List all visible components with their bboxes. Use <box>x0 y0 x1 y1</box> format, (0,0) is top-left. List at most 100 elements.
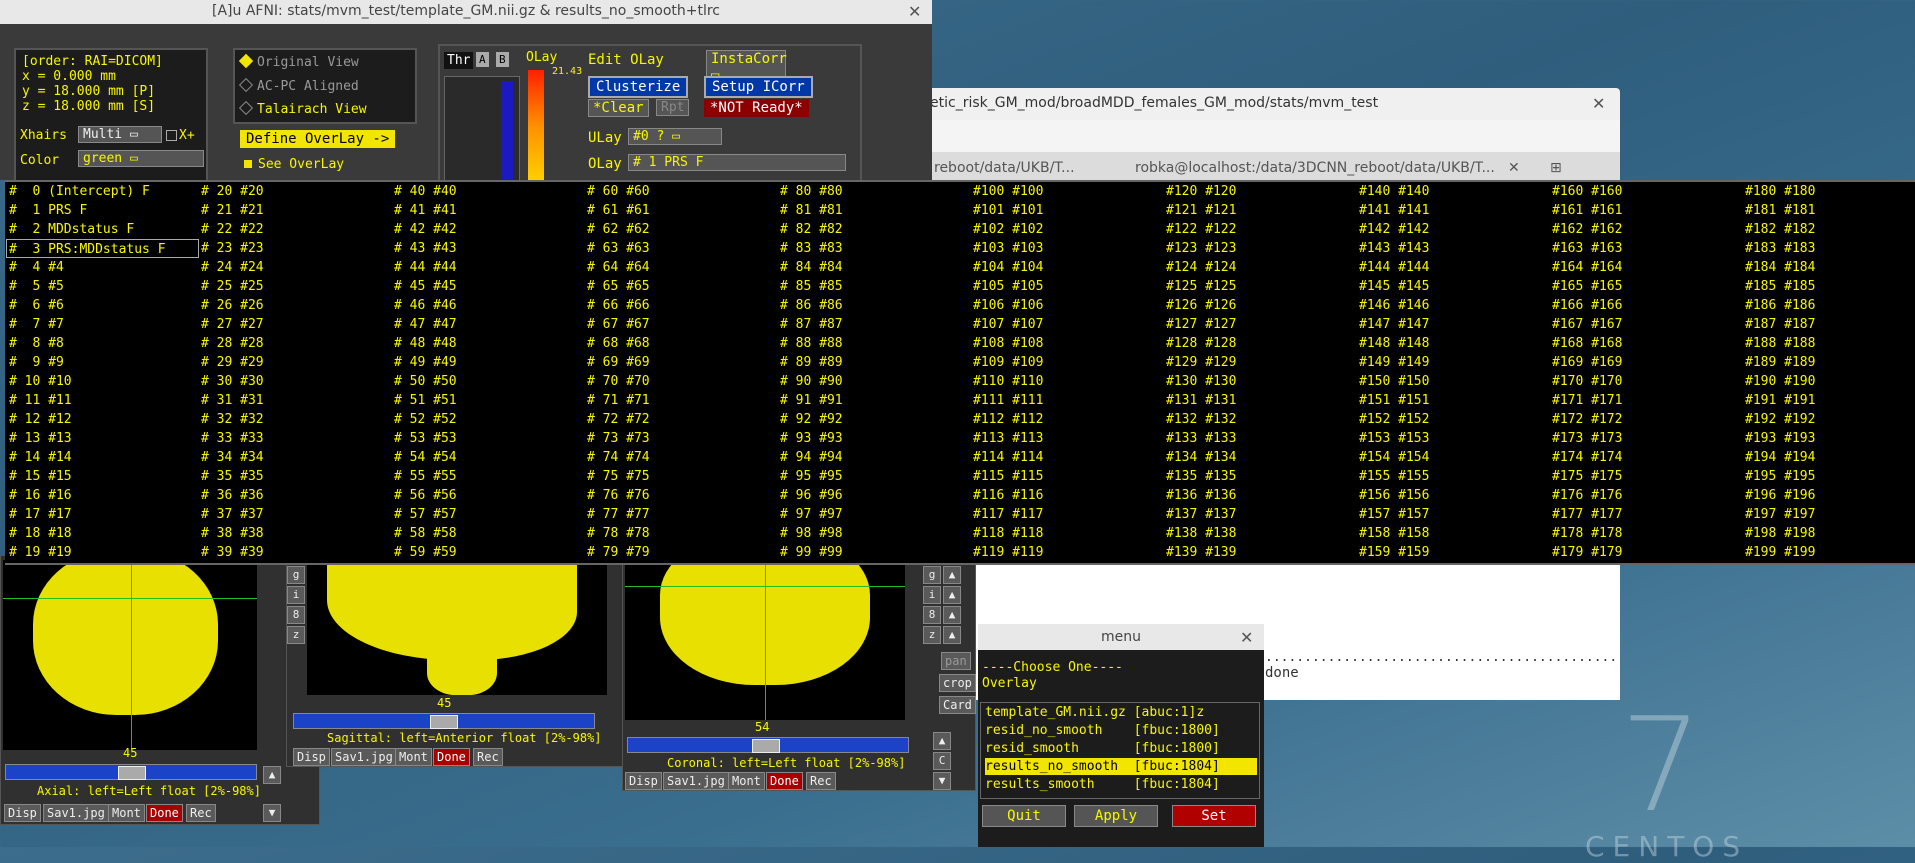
sub-brick-item[interactable]: # 57 #57 <box>394 505 457 524</box>
coronal-mont-button[interactable]: Mont <box>728 772 765 790</box>
sub-brick-item[interactable]: # 50 #50 <box>394 372 457 391</box>
sub-brick-item[interactable]: #123 #123 <box>1166 239 1236 258</box>
sub-brick-item[interactable]: #138 #138 <box>1166 524 1236 543</box>
afni-titlebar[interactable]: [A]u AFNI: stats/mvm_test/template_GM.ni… <box>0 0 932 25</box>
sub-brick-item[interactable]: #151 #151 <box>1359 391 1429 410</box>
coronal-save-button[interactable]: Sav1.jpg <box>663 772 729 790</box>
terminal-new-tab-icon[interactable]: ⊞ <box>1550 160 1562 176</box>
sagittal-disp-button[interactable]: Disp <box>293 748 330 766</box>
sub-brick-item[interactable]: # 36 #36 <box>201 486 264 505</box>
sub-brick-item[interactable]: # 24 #24 <box>201 258 264 277</box>
xhairs-select[interactable]: Multi ▭ <box>78 126 162 143</box>
quit-button[interactable]: Quit <box>982 805 1066 827</box>
sub-brick-item[interactable]: # 28 #28 <box>201 334 264 353</box>
sub-brick-item[interactable]: #109 #109 <box>973 353 1043 372</box>
sub-brick-item[interactable]: # 97 #97 <box>780 505 843 524</box>
sub-brick-item[interactable]: #130 #130 <box>1166 372 1236 391</box>
sub-brick-item[interactable]: #187 #187 <box>1745 315 1815 334</box>
sub-brick-item[interactable]: # 49 #49 <box>394 353 457 372</box>
overlay-sub-brick-list[interactable]: # 0 (Intercept) F # 1 PRS F # 2 MDDstatus … <box>5 180 1915 565</box>
sub-brick-item[interactable]: # 38 #38 <box>201 524 264 543</box>
sub-brick-item[interactable]: #134 #134 <box>1166 448 1236 467</box>
sub-brick-item[interactable]: #159 #159 <box>1359 543 1429 562</box>
sub-brick-item[interactable]: #152 #152 <box>1359 410 1429 429</box>
sub-brick-item[interactable]: # 31 #31 <box>201 391 264 410</box>
sub-brick-item[interactable]: #106 #106 <box>973 296 1043 315</box>
sub-brick-item[interactable]: #117 #117 <box>973 505 1043 524</box>
define-overlay-button[interactable]: Define OverLay -> <box>240 130 396 148</box>
sub-brick-item[interactable]: #104 #104 <box>973 258 1043 277</box>
a-button[interactable]: A <box>476 52 489 67</box>
sub-brick-item[interactable]: # 2 MDDstatus F <box>9 220 199 239</box>
sub-brick-item[interactable]: # 17 #17 <box>9 505 199 524</box>
sub-brick-item[interactable]: # 41 #41 <box>394 201 457 220</box>
sub-brick-item[interactable]: # 45 #45 <box>394 277 457 296</box>
sub-brick-item[interactable]: # 16 #16 <box>9 486 199 505</box>
sub-brick-item[interactable]: #186 #186 <box>1745 296 1815 315</box>
sub-brick-item[interactable]: #137 #137 <box>1166 505 1236 524</box>
sub-brick-item[interactable]: # 81 #81 <box>780 201 843 220</box>
clusterize-button[interactable]: Clusterize <box>588 76 689 98</box>
sub-brick-item[interactable]: # 1 PRS F <box>9 201 199 220</box>
sub-brick-item[interactable]: # 43 #43 <box>394 239 457 258</box>
apply-button[interactable]: Apply <box>1074 805 1158 827</box>
sub-brick-item[interactable]: # 76 #76 <box>587 486 650 505</box>
dataset-item-resid-no-smooth[interactable]: resid_no_smooth [fbuc:1800] <box>985 722 1257 739</box>
see-overlay-toggle[interactable]: See OverLay <box>244 157 344 172</box>
sagittal-g-button[interactable]: g <box>287 566 305 584</box>
sub-brick-item[interactable]: #128 #128 <box>1166 334 1236 353</box>
sub-brick-item[interactable]: # 86 #86 <box>780 296 843 315</box>
sub-brick-item[interactable]: # 59 #59 <box>394 543 457 562</box>
sub-brick-item[interactable]: #147 #147 <box>1359 315 1429 334</box>
sub-brick-item[interactable]: # 82 #82 <box>780 220 843 239</box>
sub-brick-item[interactable]: #107 #107 <box>973 315 1043 334</box>
sub-brick-item[interactable]: #191 #191 <box>1745 391 1815 410</box>
sagittal-8-button[interactable]: 8 <box>287 606 305 624</box>
dataset-item-results-no-smooth[interactable]: results_no_smooth [fbuc:1804] <box>985 758 1257 775</box>
sub-brick-item[interactable]: # 72 #72 <box>587 410 650 429</box>
sub-brick-item[interactable]: # 67 #67 <box>587 315 650 334</box>
sub-brick-item[interactable]: #112 #112 <box>973 410 1043 429</box>
sub-brick-item[interactable]: #185 #185 <box>1745 277 1815 296</box>
sub-brick-item[interactable]: #197 #197 <box>1745 505 1815 524</box>
dataset-item-results-smooth[interactable]: results_smooth [fbuc:1804] <box>985 776 1257 793</box>
sub-brick-item[interactable]: # 66 #66 <box>587 296 650 315</box>
coronal-up3-icon[interactable]: ▲ <box>943 606 961 624</box>
sub-brick-item[interactable]: # 51 #51 <box>394 391 457 410</box>
sub-brick-item[interactable]: #144 #144 <box>1359 258 1429 277</box>
color-select[interactable]: green ▭ <box>78 150 204 167</box>
axial-mont-button[interactable]: Mont <box>108 804 145 822</box>
sagittal-rec-button[interactable]: Rec <box>473 748 503 766</box>
sub-brick-item[interactable]: #127 #127 <box>1166 315 1236 334</box>
sub-brick-item[interactable]: # 93 #93 <box>780 429 843 448</box>
axial-slice-slider[interactable] <box>5 764 257 780</box>
sub-brick-item[interactable]: #153 #153 <box>1359 429 1429 448</box>
sub-brick-item[interactable]: # 20 #20 <box>201 182 264 201</box>
coronal-g-button[interactable]: g <box>923 566 941 584</box>
sub-brick-item[interactable]: #195 #195 <box>1745 467 1815 486</box>
sagittal-image[interactable] <box>307 560 607 695</box>
sub-brick-item[interactable]: #103 #103 <box>973 239 1043 258</box>
sub-brick-item[interactable]: # 15 #15 <box>9 467 199 486</box>
sub-brick-item[interactable]: #168 #168 <box>1552 334 1622 353</box>
coronal-i-button[interactable]: i <box>923 586 941 604</box>
coronal-up4-icon[interactable]: ▲ <box>943 626 961 644</box>
sub-brick-item[interactable]: # 30 #30 <box>201 372 264 391</box>
menu-titlebar[interactable]: menu ✕ <box>978 624 1264 651</box>
sagittal-save-button[interactable]: Sav1.jpg <box>331 748 397 766</box>
sagittal-done-button[interactable]: Done <box>433 748 470 766</box>
sub-brick-item[interactable]: # 96 #96 <box>780 486 843 505</box>
sub-brick-item[interactable]: #158 #158 <box>1359 524 1429 543</box>
terminal-close-icon[interactable]: ✕ <box>1592 94 1605 113</box>
sub-brick-item[interactable]: #150 #150 <box>1359 372 1429 391</box>
terminal-titlebar[interactable]: etic_risk_GM_mod/broadMDD_females_GM_mod… <box>920 88 1620 121</box>
sub-brick-item[interactable]: # 64 #64 <box>587 258 650 277</box>
terminal-tab-2[interactable]: robka@localhost:/data/3DCNN_reboot/data/… <box>1135 160 1495 176</box>
sub-brick-item[interactable]: # 5 #5 <box>9 277 199 296</box>
sub-brick-item[interactable]: # 18 #18 <box>9 524 199 543</box>
sub-brick-item[interactable]: #157 #157 <box>1359 505 1429 524</box>
sub-brick-item[interactable]: # 54 #54 <box>394 448 457 467</box>
sub-brick-item[interactable]: #133 #133 <box>1166 429 1236 448</box>
sub-brick-item[interactable]: # 9 #9 <box>9 353 199 372</box>
sagittal-mont-button[interactable]: Mont <box>395 748 432 766</box>
